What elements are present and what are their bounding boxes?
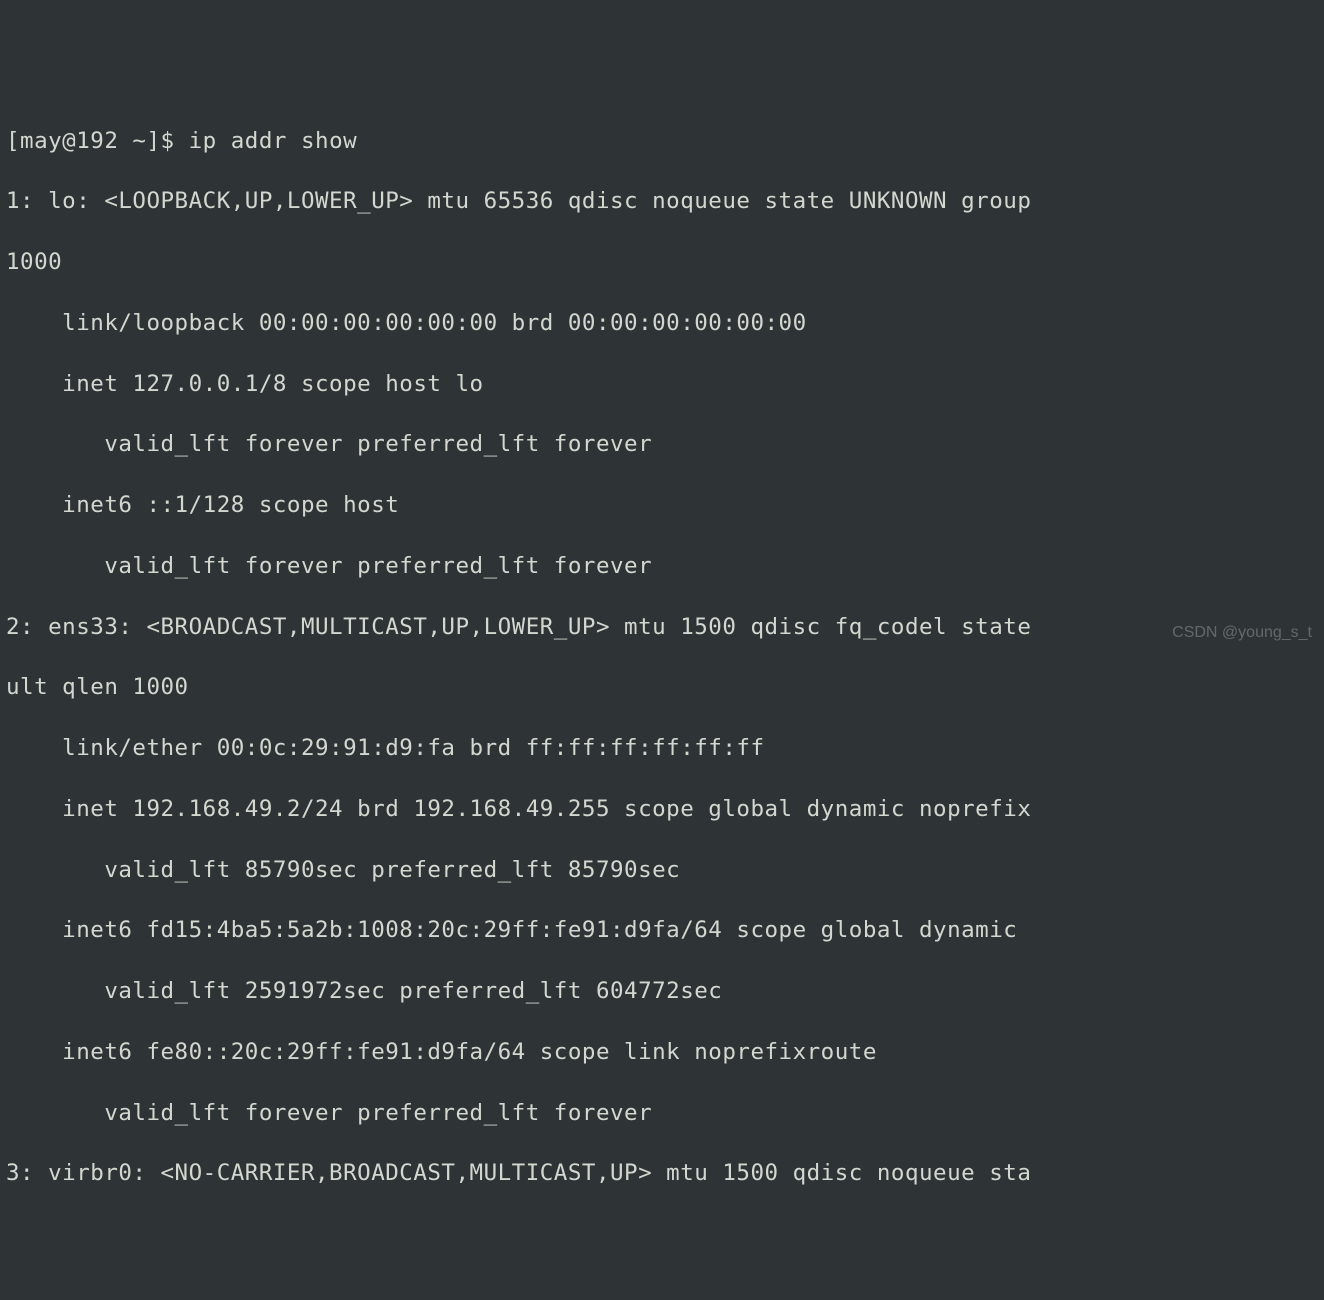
output-line: valid_lft forever preferred_lft forever [6, 1098, 1318, 1128]
output-line: link/loopback 00:00:00:00:00:00 brd 00:0… [6, 308, 1318, 338]
output-line: inet6 ::1/128 scope host [6, 490, 1318, 520]
output-line: valid_lft 2591972sec preferred_lft 60477… [6, 976, 1318, 1006]
output-line: inet 192.168.49.2/24 brd 192.168.49.255 … [6, 794, 1318, 824]
watermark-text: CSDN @young_s_t [1172, 622, 1312, 644]
output-line: inet6 fd15:4ba5:5a2b:1008:20c:29ff:fe91:… [6, 915, 1318, 945]
output-line: inet 127.0.0.1/8 scope host lo [6, 369, 1318, 399]
output-line: link/ether 00:0c:29:91:d9:fa brd ff:ff:f… [6, 733, 1318, 763]
output-line: valid_lft forever preferred_lft forever [6, 429, 1318, 459]
output-line: inet6 fe80::20c:29ff:fe91:d9fa/64 scope … [6, 1037, 1318, 1067]
prompt-line[interactable]: [may@192 ~]$ ip addr show [6, 126, 1318, 156]
output-line: 1: lo: <LOOPBACK,UP,LOWER_UP> mtu 65536 … [6, 186, 1318, 216]
shell-prompt: [may@192 ~]$ [6, 128, 189, 154]
output-line: ult qlen 1000 [6, 672, 1318, 702]
command-text: ip addr show [189, 128, 358, 154]
output-line: valid_lft 85790sec preferred_lft 85790se… [6, 855, 1318, 885]
output-line: 1000 [6, 247, 1318, 277]
output-line: valid_lft forever preferred_lft forever [6, 551, 1318, 581]
output-line: 3: virbr0: <NO-CARRIER,BROADCAST,MULTICA… [6, 1158, 1318, 1188]
output-line: 2: ens33: <BROADCAST,MULTICAST,UP,LOWER_… [6, 612, 1318, 642]
